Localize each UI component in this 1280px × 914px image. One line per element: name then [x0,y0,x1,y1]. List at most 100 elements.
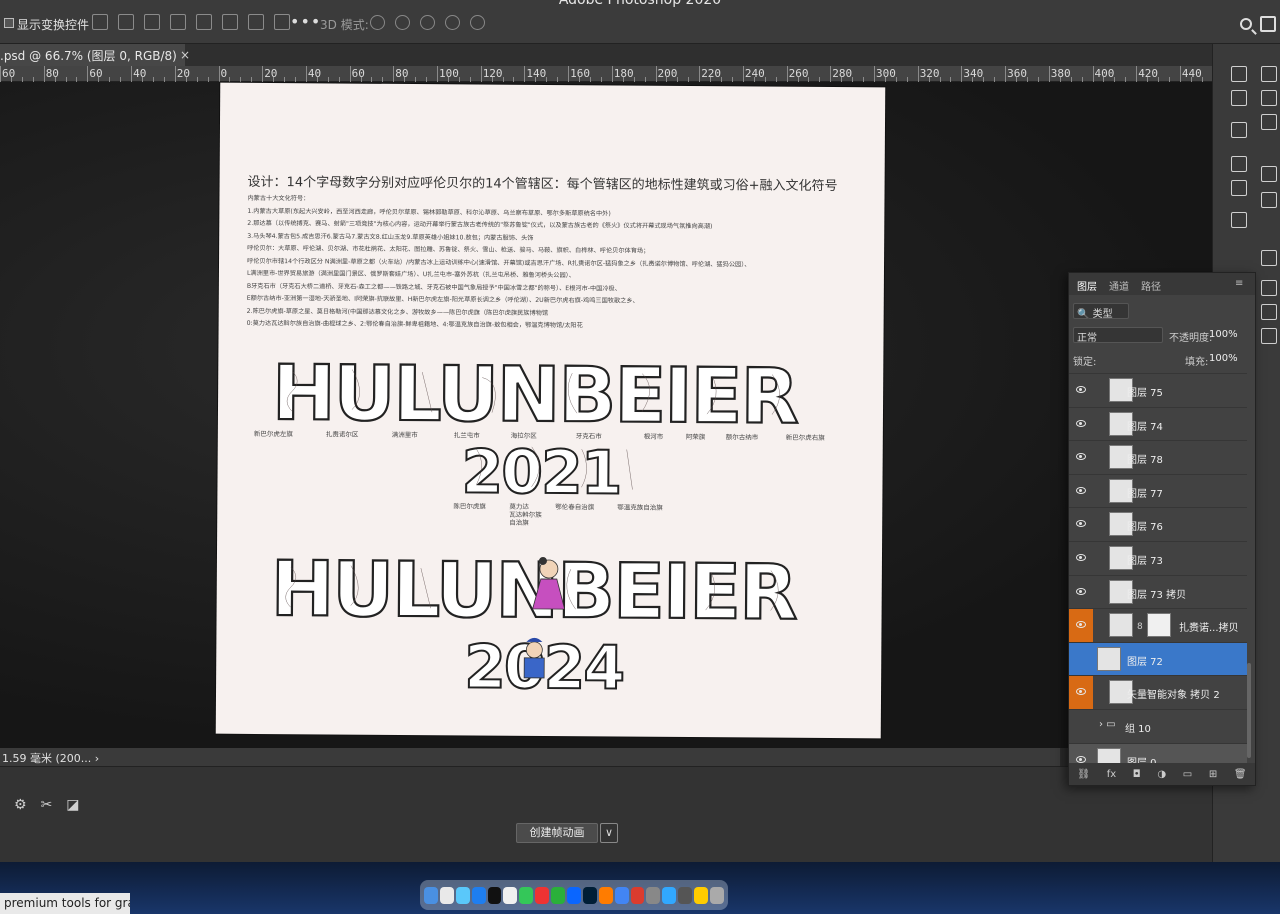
visibility-toggle[interactable] [1069,744,1093,763]
new-layer-icon[interactable]: ⊞ [1209,769,1217,780]
visibility-toggle[interactable] [1069,441,1093,474]
stamp-icon[interactable] [1231,122,1247,138]
layer-row[interactable]: 图层 76 [1069,507,1247,540]
close-icon[interactable]: × [180,48,190,62]
tab-channels[interactable]: 通道 [1109,278,1129,293]
align-left-icon[interactable] [92,14,108,30]
tab-layers[interactable]: 图层 [1077,278,1097,293]
visibility-toggle[interactable] [1069,609,1093,643]
channels-icon[interactable] [1261,304,1277,320]
roll-3d-icon[interactable] [395,15,410,30]
visibility-toggle[interactable] [1069,475,1093,508]
dock-app-icon[interactable] [630,886,645,904]
dock-app-icon[interactable] [439,886,454,904]
distribute-v-icon[interactable] [274,14,290,30]
brush-icon[interactable] [1231,66,1247,82]
document-tab[interactable]: .psd @ 66.7% (图层 0, RGB/8) [0,44,185,66]
3d-cube-icon[interactable] [1231,212,1247,228]
mask-icon[interactable]: ◘ [1133,769,1141,780]
layer-row[interactable]: 图层 75 [1069,373,1247,406]
layer-row[interactable]: 图层 0 [1069,742,1247,763]
layer-row[interactable]: 图层 73 [1069,541,1247,574]
dock-app-icon[interactable] [646,886,661,904]
align-center-h-icon[interactable] [118,14,134,30]
color-icon[interactable] [1261,66,1277,82]
dock-app-icon[interactable] [662,886,677,904]
visibility-toggle[interactable] [1069,508,1093,541]
visibility-toggle[interactable] [1069,408,1093,441]
dock-app-icon[interactable] [519,886,534,904]
dock-app-icon[interactable] [551,886,566,904]
fill-value[interactable]: 100% [1209,353,1238,364]
libraries-icon[interactable] [1261,166,1277,182]
panel-menu-icon[interactable]: ≡ [1235,278,1243,289]
align-bottom-icon[interactable] [248,14,264,30]
document-canvas[interactable]: 设计：14个字母数字分别对应呼伦贝尔的14个管辖区：每个管辖区的地标性建筑或习俗… [215,82,886,739]
dock-app-icon[interactable] [678,886,693,904]
mask-link-icon[interactable]: 8 [1137,622,1143,632]
visibility-toggle[interactable] [1069,642,1093,676]
paths-icon[interactable] [1261,328,1277,344]
layer-row[interactable]: 图层 77 [1069,473,1247,508]
create-frame-animation-button[interactable]: 创建帧动画 [516,823,598,843]
visibility-toggle[interactable] [1069,542,1093,575]
visibility-toggle[interactable] [1069,576,1093,609]
character-icon[interactable] [1231,156,1247,172]
gradient-icon[interactable] [1261,114,1277,130]
more-options-button[interactable]: ••• [290,12,321,31]
workspace-icon[interactable] [1260,16,1276,32]
dock-app-icon[interactable] [455,886,470,904]
patterns-icon[interactable] [1261,192,1277,208]
settings-icon[interactable]: ⚙ [14,797,27,813]
dock-app-icon[interactable] [503,886,518,904]
show-transform-checkbox[interactable] [4,18,14,28]
visibility-toggle[interactable] [1069,676,1093,710]
drag-3d-icon[interactable] [420,15,435,30]
status-text[interactable]: 1.59 毫米 (200... › [2,750,99,766]
dock-app-icon[interactable] [710,886,724,904]
layer-row[interactable]: 8 扎赉诺...拷贝 [1069,608,1247,643]
slide-3d-icon[interactable] [445,15,460,30]
timeline-mode-dropdown[interactable]: ∨ [600,823,618,843]
search-icon[interactable] [1240,18,1252,30]
dock-app-icon[interactable] [487,886,502,904]
fx-icon[interactable]: fx [1107,769,1116,780]
trash-icon[interactable]: 🗑 [1234,769,1247,780]
opacity-value[interactable]: 100% [1209,329,1238,340]
folder-icon[interactable]: ▭ [1183,769,1192,780]
canvas-area[interactable]: 设计：14个字母数字分别对应呼伦贝尔的14个管辖区：每个管辖区的地标性建筑或习俗… [0,82,1212,748]
visibility-toggle[interactable] [1069,374,1093,407]
align-right-icon[interactable] [144,14,160,30]
rotate-3d-icon[interactable] [370,15,385,30]
transition-icon[interactable]: ◪ [66,797,79,813]
align-middle-v-icon[interactable] [222,14,238,30]
swatches-icon[interactable] [1261,90,1277,106]
dock-app-icon[interactable] [694,886,709,904]
layer-row[interactable]: › ▭ 组 10 [1069,709,1247,742]
dock-app-icon[interactable] [567,886,581,904]
layer-row[interactable]: 图层 74 [1069,406,1247,441]
layer-row[interactable]: 图层 73 拷贝 [1069,574,1247,609]
adjustment-icon[interactable]: ◑ [1157,769,1166,780]
scale-3d-icon[interactable] [470,15,485,30]
layer-row[interactable]: 矢量智能对象 拷贝 2 [1069,675,1247,710]
dock-app-icon[interactable] [424,886,438,904]
align-top-icon[interactable] [196,14,212,30]
visibility-toggle[interactable] [1069,710,1093,743]
layers-icon[interactable] [1261,280,1277,296]
scissors-icon[interactable]: ✂ [41,797,53,813]
paragraph-icon[interactable] [1231,180,1247,196]
layers-scrollbar[interactable] [1247,663,1251,758]
dock-app-icon[interactable] [598,886,613,904]
link-layers-icon[interactable]: ⛓ [1077,769,1090,780]
filter-type-select[interactable]: 🔍 类型 [1073,303,1129,320]
tab-paths[interactable]: 路径 [1141,278,1161,293]
timeline-icon[interactable] [1261,250,1277,266]
blend-mode-select[interactable]: 正常 [1073,327,1163,344]
dock-app-icon[interactable] [582,886,597,904]
browser-tab[interactable]: premium tools for gra... [0,893,130,914]
layer-row[interactable]: 图层 78 [1069,440,1247,473]
layer-row[interactable]: 图层 72 [1069,641,1247,676]
dock-app-icon[interactable] [535,886,550,904]
distribute-h-icon[interactable] [170,14,186,30]
